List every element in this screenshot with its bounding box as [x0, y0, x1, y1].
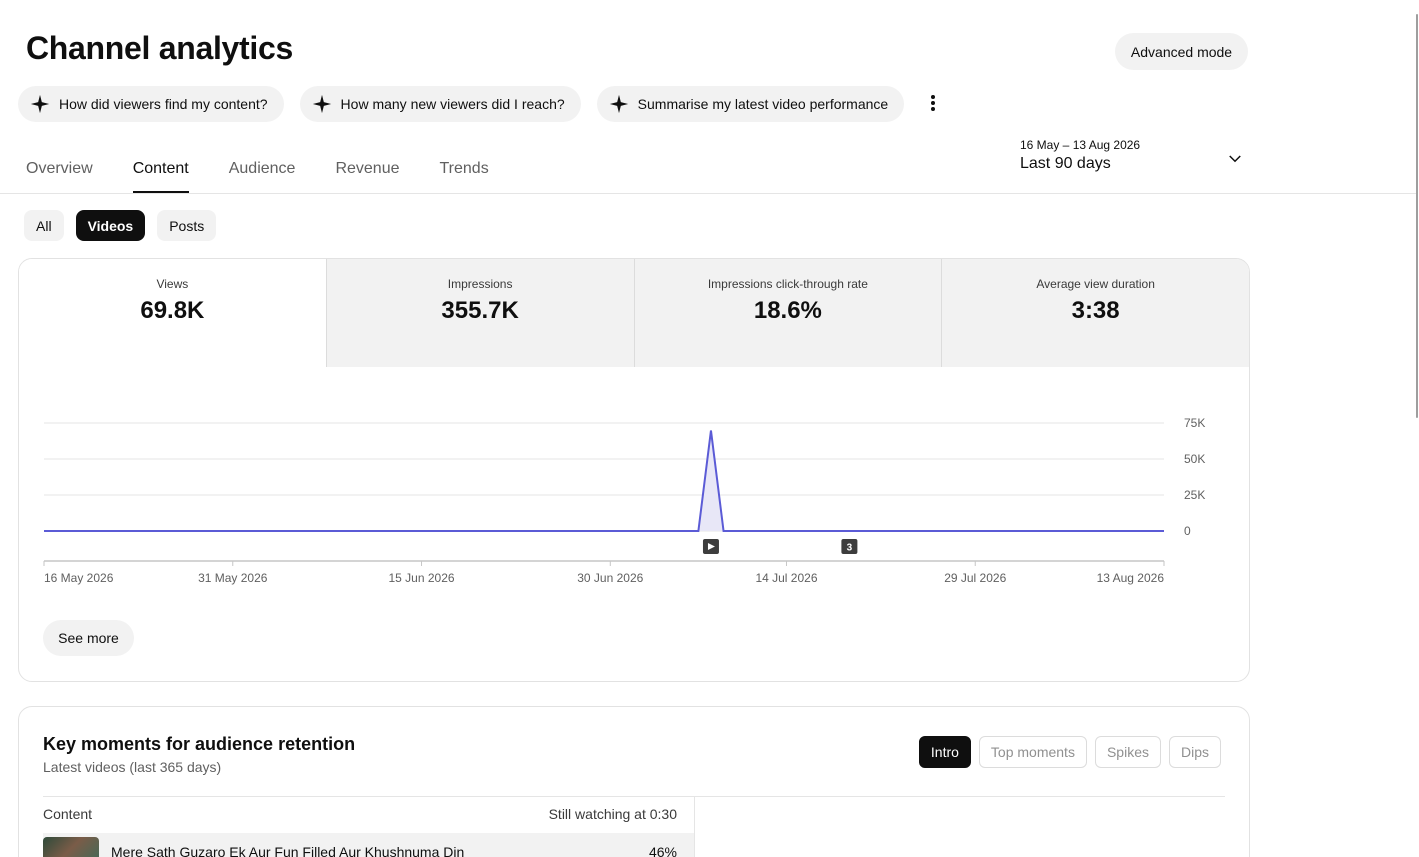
date-range-selector[interactable]: 16 May – 13 Aug 2026 Last 90 days	[1020, 138, 1248, 178]
y-tick-label: 25K	[1184, 488, 1205, 502]
views-chart: 0 25K 50K 75K 16 May 2026 31 May 2026 15 Jun 2…	[43, 416, 1205, 585]
x-tick-label: 14 Jul 2026	[755, 571, 817, 585]
filter-videos[interactable]: Videos	[75, 210, 146, 241]
toggle-intro[interactable]: Intro	[918, 736, 971, 768]
tab-revenue[interactable]: Revenue	[335, 150, 399, 193]
suggestion-chip-label: How did viewers find my content?	[59, 96, 268, 112]
column-header-content: Content	[43, 806, 93, 822]
y-tick-label: 0	[1184, 524, 1191, 538]
video-count-label: 3	[847, 543, 853, 554]
table-divider	[43, 796, 1225, 797]
sparkle-icon	[312, 94, 331, 114]
toggle-top-moments[interactable]: Top moments	[978, 736, 1087, 768]
column-header-still-watching: Still watching at 0:30	[548, 806, 677, 822]
x-tick-label: 29 Jul 2026	[944, 571, 1006, 585]
chevron-down-icon	[1229, 155, 1241, 163]
sparkle-icon	[30, 94, 50, 114]
toggle-dips[interactable]: Dips	[1168, 736, 1221, 768]
page-scrollbar[interactable]	[1416, 14, 1418, 418]
tabs-divider	[0, 193, 1416, 194]
video-title: Mere Sath Guzaro Ek Aur Fun Filled Aur K…	[111, 844, 465, 857]
metrics-card: Views 69.8K Impressions 355.7K Impressio…	[18, 258, 1250, 682]
tab-content[interactable]: Content	[132, 150, 189, 193]
tab-trends[interactable]: Trends	[440, 150, 489, 193]
table-column-divider	[694, 797, 695, 857]
suggestion-chip-label: How many new viewers did I reach?	[340, 96, 565, 112]
advanced-mode-button[interactable]: Advanced mode	[1115, 33, 1248, 70]
suggestion-chip-summary[interactable]: Summarise my latest video performance	[596, 86, 905, 122]
suggestion-chips: How did viewers find my content? How man…	[18, 86, 905, 122]
toggle-spikes[interactable]: Spikes	[1094, 736, 1161, 768]
x-tick-label: 16 May 2026	[44, 571, 114, 585]
tab-audience[interactable]: Audience	[229, 150, 296, 193]
series-area	[44, 430, 1164, 531]
table-row[interactable]: Mere Sath Guzaro Ek Aur Fun Filled Aur K…	[43, 833, 694, 857]
still-watching-value: 46%	[648, 844, 677, 857]
content-type-filters: All Videos Posts	[24, 210, 217, 241]
y-tick-label: 75K	[1184, 416, 1205, 430]
date-range-dates: 16 May – 13 Aug 2026	[1020, 138, 1141, 152]
suggestion-chip-new-viewers[interactable]: How many new viewers did I reach?	[299, 86, 581, 122]
analytics-tabs: Overview Content Audience Revenue Trends	[26, 150, 489, 193]
x-tick-label: 31 May 2026	[198, 571, 268, 585]
tab-overview[interactable]: Overview	[26, 150, 93, 193]
filter-posts[interactable]: Posts	[157, 210, 217, 241]
more-options-icon[interactable]	[922, 92, 944, 114]
y-tick-label: 50K	[1184, 452, 1205, 466]
page-title: Channel analytics	[26, 30, 293, 66]
key-moments-title: Key moments for audience retention	[43, 734, 356, 754]
x-tick-label: 15 Jun 2026	[388, 571, 454, 585]
suggestion-chip-label: Summarise my latest video performance	[637, 96, 889, 112]
sparkle-icon	[609, 94, 628, 114]
series-line	[44, 430, 1164, 532]
key-moments-toggles: Intro Top moments Spikes Dips	[918, 736, 1221, 768]
key-moments-card: Key moments for audience retention Lates…	[18, 706, 1250, 857]
filter-all[interactable]: All	[24, 210, 64, 241]
key-moments-subtitle: Latest videos (last 365 days)	[43, 759, 222, 775]
x-tick-label: 30 Jun 2026	[577, 571, 643, 585]
date-range-label: Last 90 days	[1020, 155, 1111, 172]
suggestion-chip-discovery[interactable]: How did viewers find my content?	[18, 86, 284, 122]
see-more-button[interactable]: See more	[43, 620, 134, 656]
x-tick-label: 13 Aug 2026	[1097, 571, 1165, 585]
video-thumbnail[interactable]	[43, 837, 99, 857]
